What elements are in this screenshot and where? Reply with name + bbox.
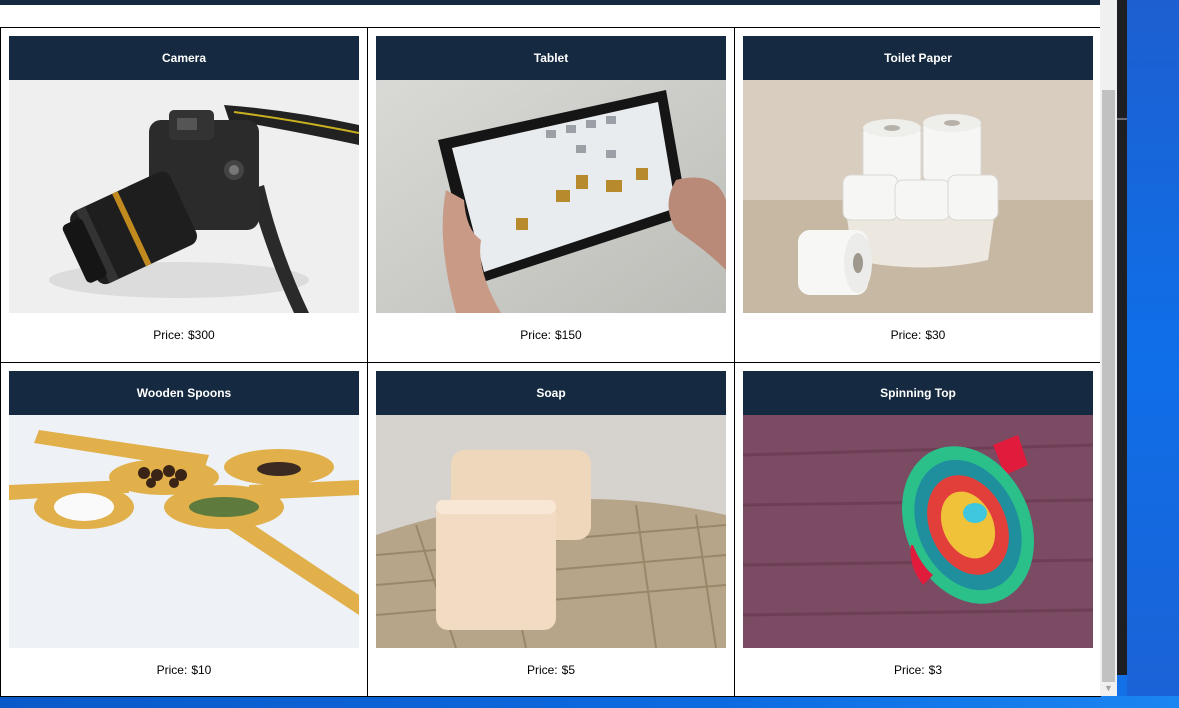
product-card-tablet[interactable]: Tablet Price: $150 [367, 27, 735, 363]
scrollbar-thumb[interactable] [1102, 90, 1115, 682]
camera-photo[interactable] [9, 80, 359, 313]
product-card-spinning-top[interactable]: Spinning Top Price: $3 [734, 362, 1101, 697]
price-label: Price: [153, 328, 184, 342]
scroll-down-arrow-icon[interactable]: ▼ [1100, 682, 1117, 694]
price-value: $10 [191, 663, 212, 677]
product-price: Price: $10 [9, 663, 359, 677]
product-name: Tablet [376, 36, 726, 80]
product-price: Price: $30 [743, 328, 1093, 342]
price-value: $30 [925, 328, 946, 342]
site-header-bar [0, 0, 1100, 5]
price-value: $5 [561, 663, 576, 677]
product-name: Soap [376, 371, 726, 415]
price-value: $300 [187, 328, 215, 342]
vertical-scrollbar[interactable]: ▼ [1100, 0, 1117, 696]
tablet-photo[interactable] [376, 80, 726, 313]
product-name: Toilet Paper [743, 36, 1093, 80]
soap-photo[interactable] [376, 415, 726, 648]
toilet-paper-photo[interactable] [743, 80, 1093, 313]
price-value: $150 [554, 328, 582, 342]
product-card-wooden-spoons[interactable]: Wooden Spoons Price: $10 [0, 362, 368, 697]
product-price: Price: $150 [376, 328, 726, 342]
product-grid: Camera Price: $300 Tablet Price: $150 To… [0, 27, 1101, 697]
taskbar-edge [0, 696, 1179, 708]
price-label: Price: [893, 663, 925, 677]
desktop-background [1127, 0, 1179, 708]
browser-viewport: Camera Price: $300 Tablet Price: $150 To… [0, 0, 1117, 697]
product-name: Camera [9, 36, 359, 80]
product-card-toilet-paper[interactable]: Toilet Paper Price: $30 [734, 27, 1101, 363]
window-edge-tick [1117, 118, 1127, 120]
product-price: Price: $300 [9, 328, 359, 342]
price-label: Price: [526, 663, 558, 677]
wooden-spoons-photo[interactable] [9, 415, 359, 648]
product-price: Price: $3 [743, 663, 1093, 677]
product-name: Wooden Spoons [9, 371, 359, 415]
price-value: $3 [928, 663, 943, 677]
product-name: Spinning Top [743, 371, 1093, 415]
window-edge [1117, 0, 1127, 675]
spinning-top-photo[interactable] [743, 415, 1093, 648]
price-label: Price: [890, 328, 922, 342]
product-card-camera[interactable]: Camera Price: $300 [0, 27, 368, 363]
product-card-soap[interactable]: Soap Price: $5 [367, 362, 735, 697]
product-price: Price: $5 [376, 663, 726, 677]
price-label: Price: [520, 328, 551, 342]
price-label: Price: [156, 663, 188, 677]
